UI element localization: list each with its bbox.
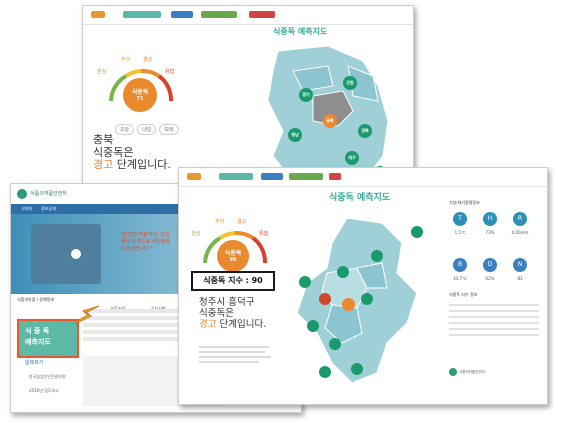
banner-line-2: 좋은 환경으로 국민행복	[121, 239, 171, 245]
guide-title: 식중독 지수 정보	[449, 292, 478, 297]
gauge-label-3: 경고	[237, 219, 247, 225]
logo-icon	[289, 173, 323, 180]
region-name: 충북	[93, 133, 114, 146]
map-node[interactable]	[319, 366, 331, 378]
map-node[interactable]	[371, 250, 383, 262]
front-window: 식중독 예측지도 관심 주의 경고 위험 식중독 90 식중독 지수 : 90 …	[178, 167, 548, 405]
dial-text: 식중독	[224, 250, 242, 257]
gauge-label-1: 관심	[191, 231, 201, 237]
map-node[interactable]	[361, 293, 373, 305]
gauge-label-4: 위험	[165, 69, 175, 75]
tile-label-2: 예측지도	[25, 338, 51, 346]
banner-line-3: 이끌겠습니다."	[121, 246, 153, 252]
map-node-selected[interactable]: 충북	[323, 114, 337, 128]
index-badge: 식중독 지수 : 90	[191, 271, 275, 291]
dial-text: 식중독	[131, 89, 149, 96]
map-node[interactable]	[319, 293, 331, 305]
status-tail: 단계입니다.	[219, 318, 267, 330]
site-name: 식품의약품안전처	[30, 191, 67, 197]
region-summary: 충북 식중독은 경고 단계입니다.	[93, 133, 171, 172]
map-title: 식중독 예측지도	[329, 193, 391, 203]
building-image	[31, 224, 101, 284]
env-rain: 0.00mm	[511, 230, 529, 235]
gauge-label-3: 경고	[143, 57, 153, 63]
gauge-label-2: 주의	[215, 219, 225, 225]
back-topbar	[83, 6, 413, 25]
status-level: 경고	[199, 318, 217, 330]
risk-dial: 식중독 71	[123, 78, 157, 112]
banner-line-1: "안전한 먹을거리, 건강	[121, 232, 170, 238]
pointer-arrow-icon	[74, 305, 100, 325]
region-summary: 청주시 흥덕구 식중독은 경고 단계입니다.	[199, 297, 267, 331]
env-value-6: 83	[517, 276, 523, 281]
tile-label-1: 식 중 독	[25, 327, 50, 335]
map-node[interactable]: 대구	[345, 151, 359, 165]
guide-lines	[449, 300, 539, 340]
risk-dial: 식중독 90	[217, 240, 249, 272]
map-node[interactable]	[299, 276, 311, 288]
logo-icon	[329, 173, 341, 180]
map-node[interactable]: 경기	[299, 88, 313, 102]
logo-icon	[261, 173, 283, 180]
section-title: 식품의약품 / 정책정보	[17, 297, 55, 302]
gauge-label-2: 주의	[121, 57, 131, 63]
nav-item-1[interactable]: 식약처	[21, 206, 32, 212]
rain-icon: R	[513, 212, 527, 226]
footer-name: 식품의약품안전처	[459, 370, 485, 374]
play-icon[interactable]	[71, 249, 81, 259]
news-icon: N	[513, 258, 527, 272]
link-1[interactable]: 한국농업인안전관리원	[29, 374, 66, 380]
map-node[interactable]: 충남	[288, 128, 302, 142]
nav-item-2[interactable]: 정보공개	[41, 206, 56, 212]
bird-icon: B	[453, 258, 467, 272]
logo-icon	[219, 173, 253, 180]
logo-icon	[201, 11, 237, 18]
thermometer-icon: T	[453, 212, 467, 226]
alert-title[interactable]: 알레르기	[25, 359, 43, 366]
map-node[interactable]	[351, 363, 363, 375]
humidity-icon: H	[483, 212, 497, 226]
banner-quote: "안전한 먹을거리, 건강 좋은 환경으로 국민행복 이끌겠습니다."	[121, 232, 170, 253]
logo-icon	[171, 11, 193, 18]
map-node[interactable]	[307, 320, 319, 332]
env-panel: 기상/대기환경정보 T H R 1.5℃ 73% 0.00mm B D N 43…	[449, 200, 541, 390]
footer-logo-icon	[449, 368, 457, 376]
env-title: 기상/대기환경정보	[449, 200, 480, 205]
logo-icon	[187, 173, 201, 180]
dial-value: 71	[136, 96, 144, 102]
map-title: 식중독 예측지도	[273, 27, 328, 36]
food-poisoning-map-tile[interactable]: 식 중 독 예측지도	[17, 319, 79, 358]
env-value-4: 43.7℃	[453, 276, 467, 281]
status-tail: 단계입니다.	[116, 158, 171, 172]
gauge-label-1: 관심	[97, 69, 107, 75]
map-node[interactable]	[329, 338, 341, 350]
site-logo-icon	[17, 189, 27, 199]
status-level: 경고	[93, 158, 114, 172]
drop-icon: D	[483, 258, 497, 272]
map-node[interactable]: 경북	[358, 124, 372, 138]
description-paragraph	[199, 343, 271, 366]
front-topbar	[179, 168, 547, 187]
gauge-label-4: 위험	[259, 231, 269, 237]
link-2[interactable]: 2016년 업무보고	[29, 388, 59, 394]
env-temp: 1.5℃	[454, 230, 466, 235]
env-value-5: 62%	[485, 276, 495, 281]
env-humidity: 73%	[485, 230, 495, 235]
map-node[interactable]	[337, 266, 349, 278]
day-tabs: 오늘 내일 모레	[115, 116, 182, 135]
map-node-selected[interactable]	[342, 298, 355, 311]
map-node[interactable]: 강원	[343, 76, 357, 90]
logo-icon	[123, 11, 161, 18]
dial-value: 90	[229, 257, 237, 263]
map-node[interactable]	[411, 226, 423, 238]
logo-icon	[91, 11, 105, 18]
logo-icon	[249, 11, 275, 18]
